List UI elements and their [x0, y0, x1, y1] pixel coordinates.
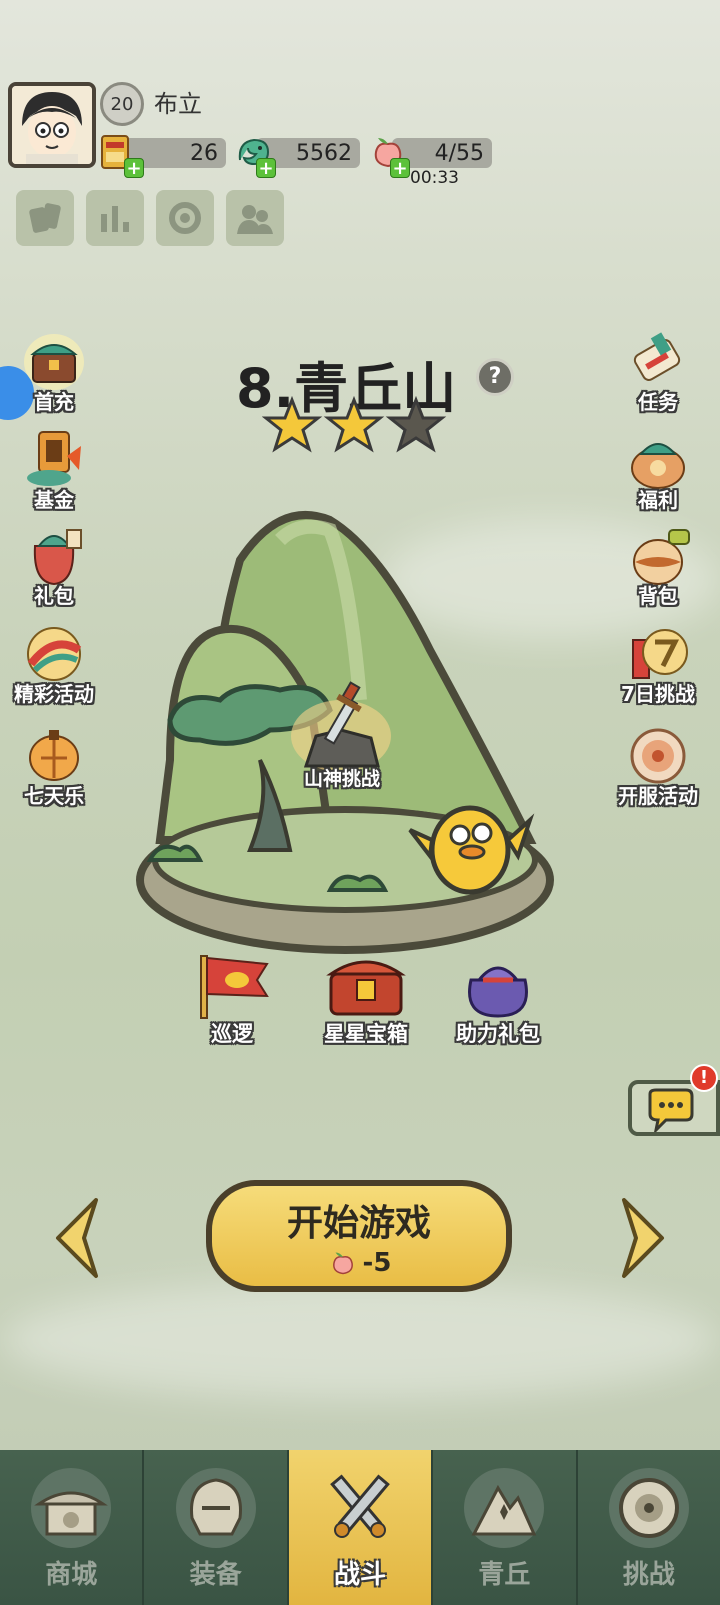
level-help-icon[interactable]: ?: [476, 358, 514, 396]
settings-icon: [169, 202, 201, 234]
nav-qingqiu-label: 青丘: [478, 1560, 531, 1590]
stats-button[interactable]: [86, 190, 144, 246]
star-chest-icon: [326, 960, 406, 1016]
patrol-flag-icon: [200, 955, 269, 1019]
left-menu-events[interactable]: 精彩活动: [4, 620, 104, 707]
nav-shop[interactable]: 商城: [0, 1450, 145, 1605]
quest-scroll-icon: [623, 328, 693, 394]
next-level-arrow[interactable]: [618, 1196, 668, 1280]
start-game-label: 开始游戏: [286, 1203, 431, 1244]
events-icon: [19, 620, 89, 686]
player-avatar[interactable]: [8, 82, 96, 168]
right-menu-welfare[interactable]: 福利: [608, 426, 708, 513]
seven-day-icon: [19, 722, 89, 788]
server-event-label: 开服活动: [618, 784, 698, 808]
cards-icon: [29, 203, 61, 233]
mountain-icon: [464, 1468, 545, 1548]
add-jade-button[interactable]: +: [256, 158, 276, 179]
left-menu-fund[interactable]: 基金: [4, 426, 104, 513]
nav-shop-label: 商城: [45, 1560, 98, 1590]
mountain-god-challenge[interactable]: 山神挑战: [286, 676, 396, 806]
start-game-cost: -5: [362, 1248, 392, 1278]
chat-notification-badge: !: [690, 1064, 718, 1092]
stamina-timer: 00:33: [410, 168, 459, 188]
background-mist: [0, 1280, 720, 1400]
player-level: 20: [110, 93, 134, 115]
stamina-value: 4/55: [434, 140, 484, 166]
shop-pavilion-icon: [31, 1468, 112, 1548]
friends-icon: [237, 205, 273, 234]
taiji-orb-icon: [608, 1468, 689, 1548]
start-game-button[interactable]: 开始游戏 -5: [206, 1180, 512, 1292]
nav-battle[interactable]: 战斗: [288, 1450, 434, 1605]
star-icon-filled: [323, 396, 385, 453]
seven-day-challenge-label: 7日挑战: [621, 682, 695, 706]
level-stars: [262, 396, 447, 453]
support-gift-label: 助力礼包: [456, 1022, 540, 1046]
left-menu-gift-bag[interactable]: 礼包: [4, 522, 104, 609]
nav-challenge-label: 挑战: [622, 1560, 675, 1590]
cards-button[interactable]: [16, 190, 74, 246]
server-event-icon: [623, 722, 693, 788]
nav-equipment-label: 装备: [189, 1560, 242, 1590]
player-level-badge: 20: [100, 82, 144, 126]
jade-value: 5562: [296, 140, 352, 166]
settings-button[interactable]: [156, 190, 214, 246]
star-icon-filled: [262, 396, 323, 453]
patrol-label: 巡逻: [211, 1022, 253, 1046]
mountain-god-challenge-label: 山神挑战: [303, 768, 380, 790]
first-recharge-chest-icon: [19, 328, 89, 394]
stats-icon: [101, 206, 129, 232]
player-name[interactable]: 布立: [154, 84, 202, 119]
peach-icon: [332, 1252, 353, 1275]
support-gift-button[interactable]: 助力礼包: [446, 950, 550, 1048]
star-icon-empty: [385, 396, 447, 453]
left-menu-first-recharge[interactable]: 首充: [4, 328, 104, 415]
nav-battle-label: 战斗: [334, 1560, 387, 1590]
support-gift-icon: [468, 966, 528, 1018]
nav-equipment[interactable]: 装备: [144, 1450, 289, 1605]
welfare-icon: [623, 426, 693, 492]
chat-bubble-icon: [648, 1088, 694, 1132]
fund-icon: [19, 426, 89, 492]
seven-day-challenge-icon: [623, 620, 693, 686]
coupon-value: 26: [190, 140, 218, 166]
right-menu-server-event[interactable]: 开服活动: [608, 722, 708, 809]
helmet-icon: [175, 1468, 256, 1548]
events-label: 精彩活动: [14, 682, 94, 706]
nav-challenge[interactable]: 挑战: [577, 1450, 720, 1605]
star-chest-label: 星星宝箱: [324, 1022, 408, 1046]
nav-qingqiu[interactable]: 青丘: [433, 1450, 578, 1605]
crossed-swords-icon: [320, 1468, 400, 1548]
friends-button[interactable]: [226, 190, 284, 246]
backpack-icon: [623, 522, 693, 588]
add-coupon-button[interactable]: +: [124, 158, 144, 179]
prev-level-arrow[interactable]: [52, 1196, 102, 1280]
gift-bag-icon: [19, 522, 89, 588]
star-chest-button[interactable]: 星星宝箱: [316, 950, 416, 1048]
right-menu-backpack[interactable]: 背包: [608, 522, 708, 609]
sword-in-stone-icon: [291, 681, 391, 772]
right-menu-quest[interactable]: 任务: [608, 328, 708, 415]
add-stamina-button[interactable]: +: [390, 158, 410, 179]
right-menu-seven-day-challenge[interactable]: 7日挑战: [608, 620, 708, 707]
patrol-button[interactable]: 巡逻: [186, 950, 278, 1048]
left-menu-seven-day[interactable]: 七天乐: [4, 722, 104, 809]
bottom-navigation: 商城 装备 战斗 青丘 挑战: [0, 1450, 720, 1605]
